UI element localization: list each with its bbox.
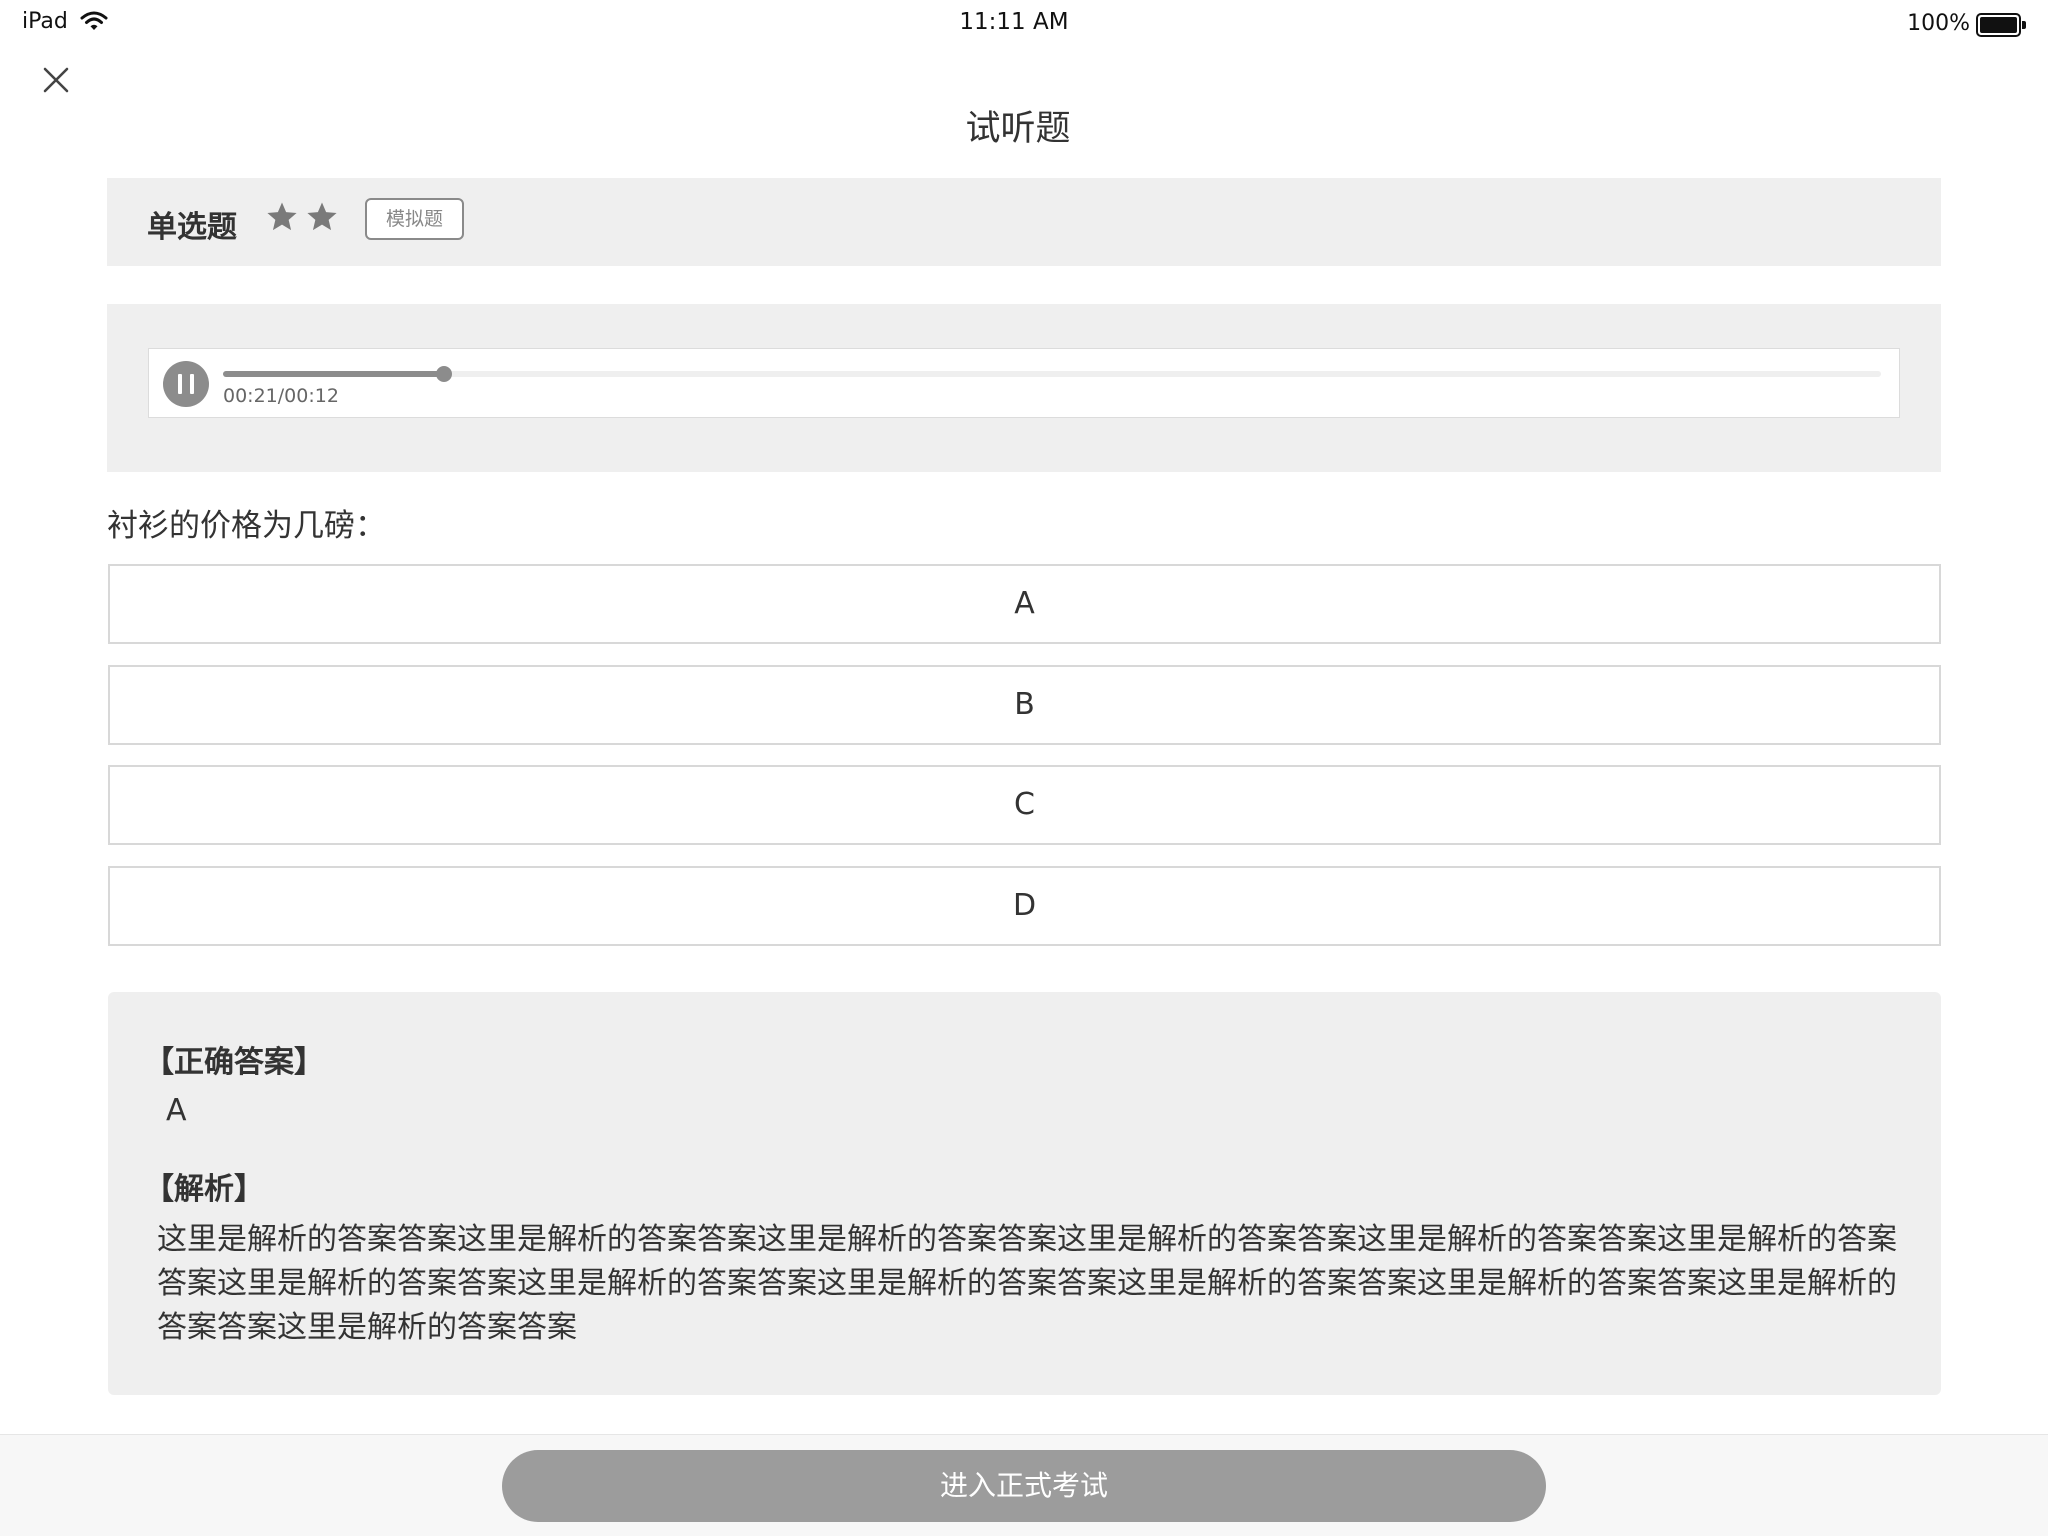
correct-answer-value: A: [166, 1093, 187, 1128]
audio-time: 00:21/00:12: [223, 385, 339, 407]
pause-button[interactable]: [163, 361, 209, 407]
option-c[interactable]: C: [108, 765, 1941, 845]
audio-progress-fill: [223, 371, 444, 377]
answer-panel: 【正确答案】 A 【解析】 这里是解析的答案答案这里是解析的答案答案这里是解析的…: [108, 992, 1941, 1395]
difficulty-stars: [265, 200, 345, 236]
question-text: 衬衫的价格为几磅：: [107, 508, 386, 544]
audio-panel: 00:21/00:12: [107, 304, 1941, 472]
screen: iPad 11:11 AM 100% 试听题 单选题 模拟题 00:21/00:…: [0, 0, 2048, 1536]
audio-progress-knob[interactable]: [435, 366, 452, 382]
footer-bar: 进入正式考试: [0, 1434, 2048, 1536]
correct-answer-heading: 【正确答案】: [144, 1045, 324, 1080]
close-icon[interactable]: [40, 64, 72, 96]
battery-icon: [1976, 13, 2026, 37]
status-bar: iPad 11:11 AM 100%: [0, 0, 2048, 48]
option-a[interactable]: A: [108, 564, 1941, 644]
question-type-label: 单选题: [147, 210, 237, 245]
star-icon: [307, 202, 337, 231]
question-header: 单选题 模拟题: [107, 178, 1941, 266]
enter-exam-button[interactable]: 进入正式考试: [502, 1450, 1546, 1522]
star-icon: [267, 202, 297, 231]
battery-percentage: 100%: [1907, 11, 1970, 36]
option-b[interactable]: B: [108, 665, 1941, 745]
analysis-heading: 【解析】: [144, 1172, 264, 1207]
audio-progress-track[interactable]: [223, 366, 1881, 382]
question-source-tag: 模拟题: [365, 198, 464, 240]
option-d[interactable]: D: [108, 866, 1941, 946]
audio-player: 00:21/00:12: [148, 348, 1900, 418]
status-time: 11:11 AM: [959, 9, 1069, 35]
page-title: 试听题: [965, 109, 1071, 149]
analysis-text: 这里是解析的答案答案这里是解析的答案答案这里是解析的答案答案这里是解析的答案答案…: [157, 1222, 1897, 1345]
pause-icon: [178, 374, 182, 394]
